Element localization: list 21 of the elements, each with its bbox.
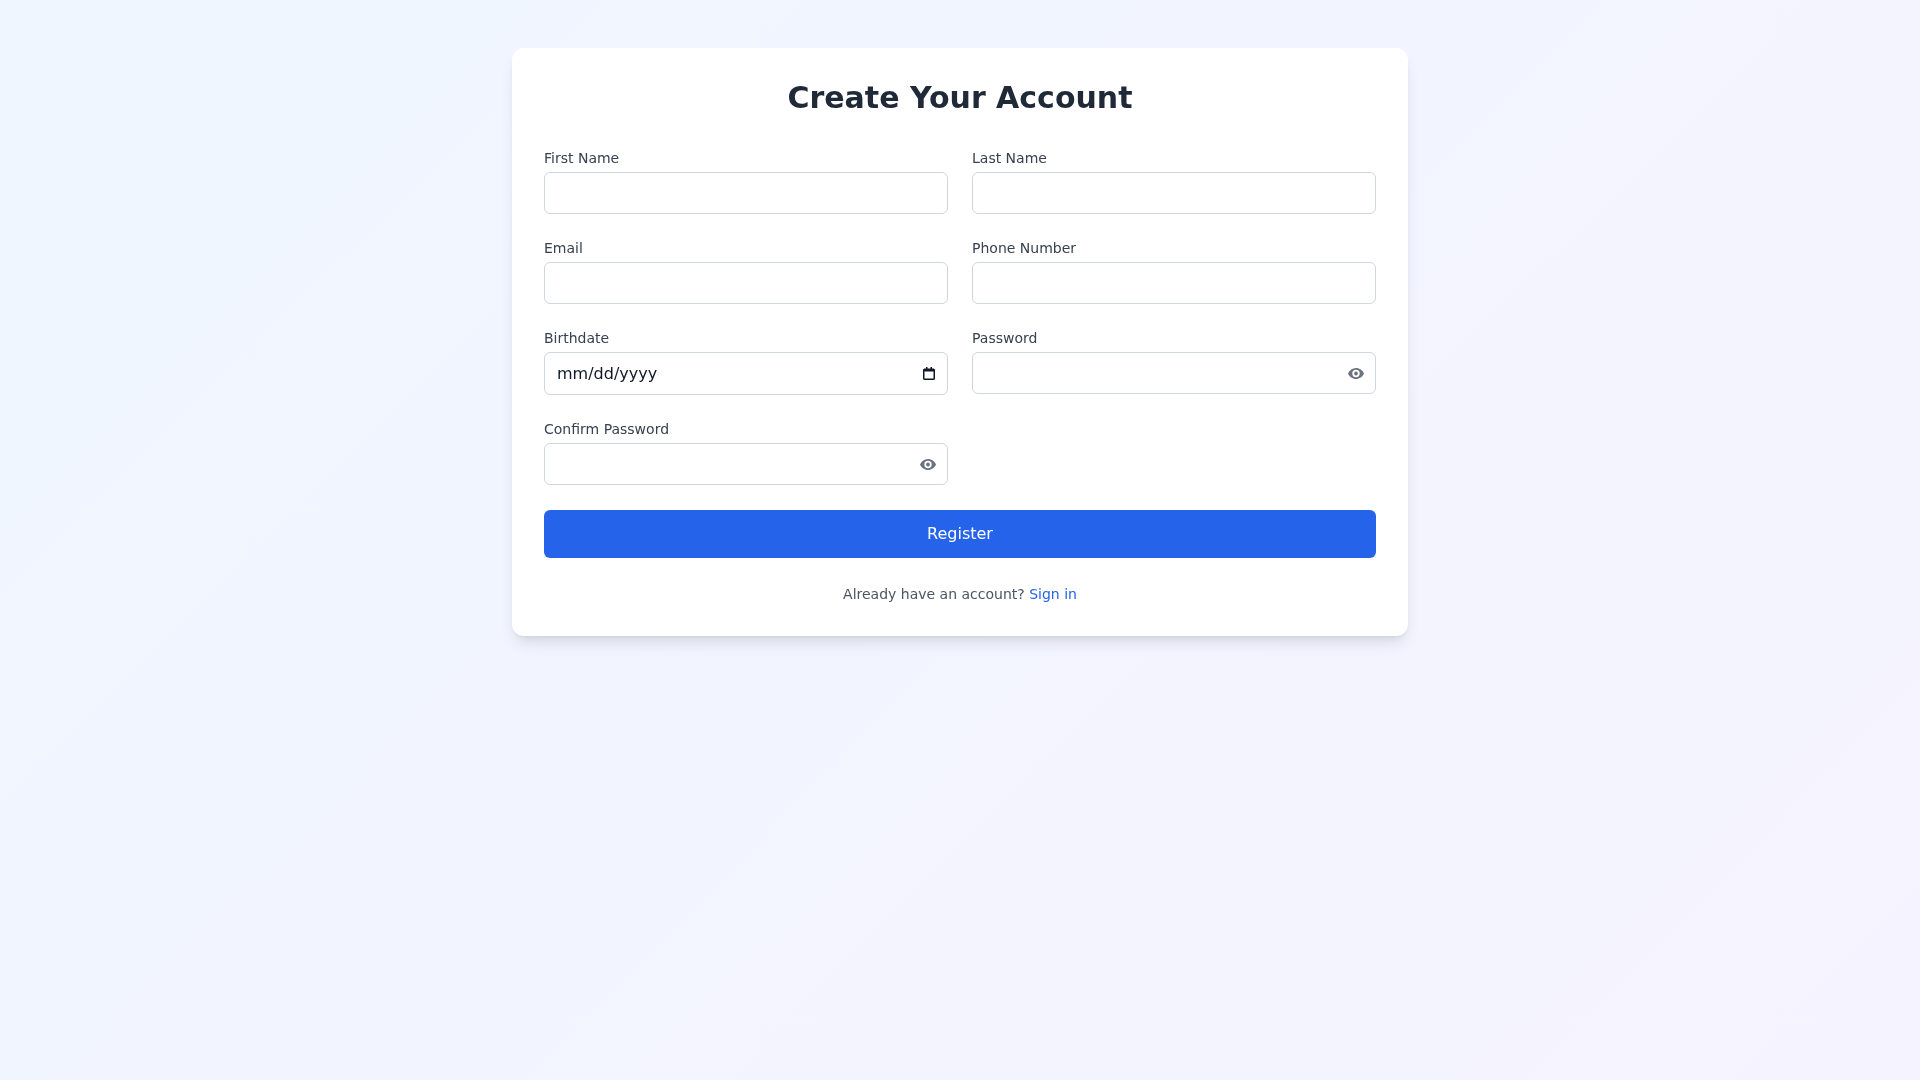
- register-button[interactable]: Register: [544, 510, 1376, 558]
- input-field[interactable]: [544, 262, 948, 304]
- input-field[interactable]: [972, 172, 1376, 214]
- input-field[interactable]: [972, 352, 1376, 394]
- field-label: Password: [972, 329, 1038, 348]
- eye-icon[interactable]: [920, 458, 936, 470]
- sign-in-link[interactable]: Sign in: [1029, 586, 1077, 602]
- input-field[interactable]: [972, 262, 1376, 304]
- field-label: Birthdate: [544, 329, 610, 348]
- input-field[interactable]: [544, 443, 948, 485]
- field-label: Last Name: [972, 149, 1047, 168]
- field-label: Confirm Password: [544, 420, 670, 439]
- form-title: Create Your Account: [786, 80, 1134, 116]
- field-label: First Name: [544, 149, 620, 168]
- field-label: Phone Number: [972, 239, 1077, 258]
- input-field[interactable]: [544, 172, 948, 214]
- input-field[interactable]: mm/dd/yyyy: [544, 352, 948, 395]
- eye-icon[interactable]: [1348, 367, 1364, 379]
- field-label: Email: [544, 239, 583, 258]
- sign-in-prompt: Already have an account? Sign in: [842, 585, 1078, 604]
- calendar-icon[interactable]: [923, 367, 935, 380]
